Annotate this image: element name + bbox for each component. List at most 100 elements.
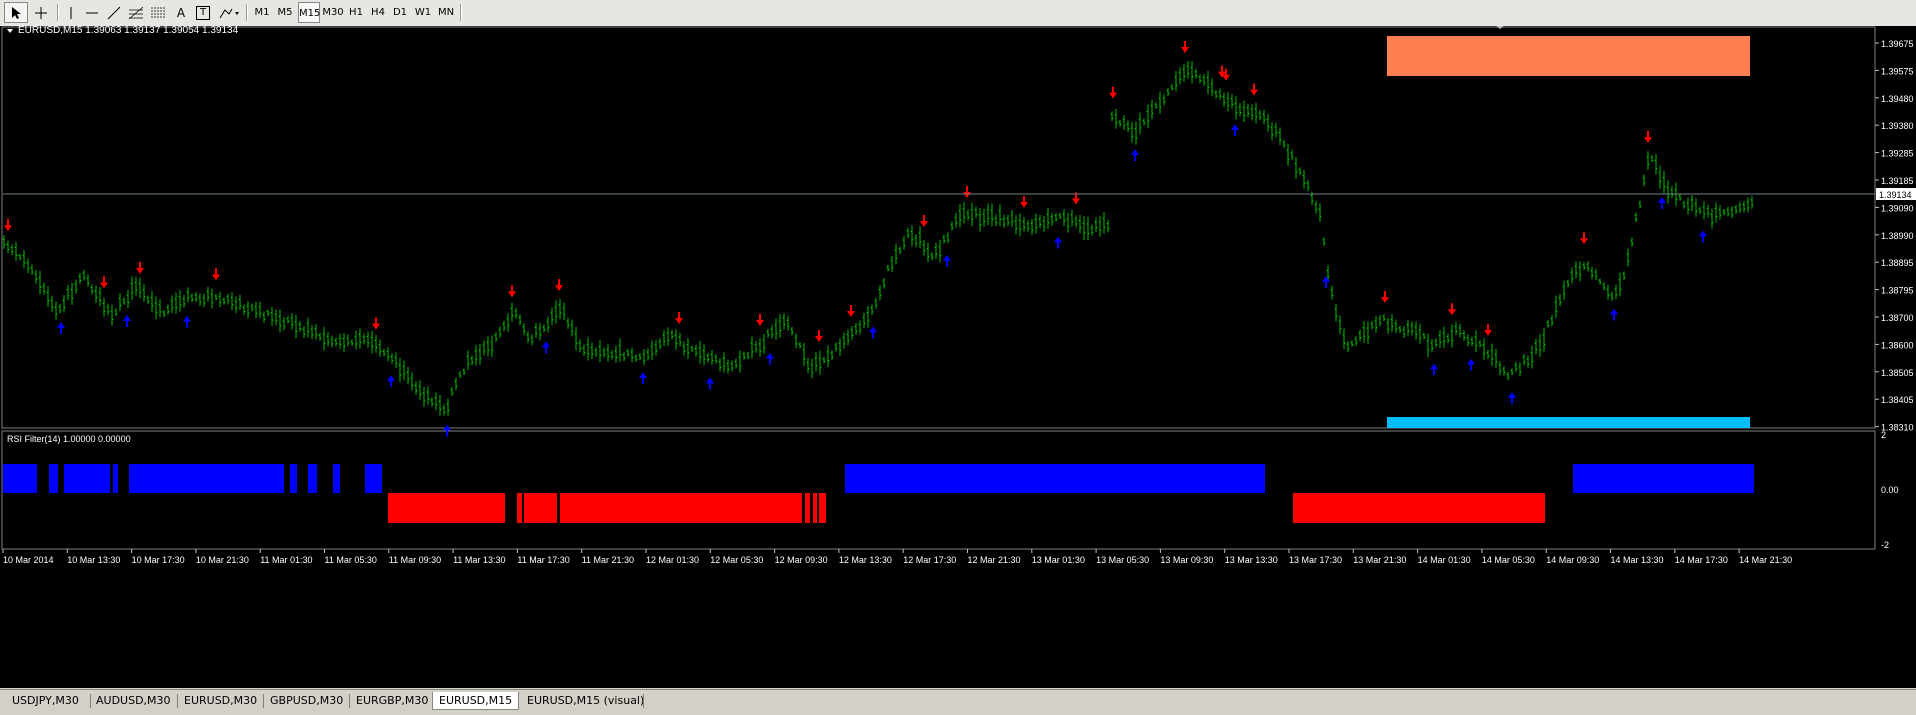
tab-eurusd-m15[interactable]: EURUSD,M15 [432,692,520,710]
resistance-zone [1387,36,1750,76]
time-label: 12 Mar 13:30 [839,555,892,565]
tab-usdjpy-m30[interactable]: USDJPY,M30 [6,692,85,710]
timeframe-m1[interactable]: M1 [252,2,272,23]
time-label: 13 Mar 05:30 [1096,555,1149,565]
indicator-axis: 2 0.00 -2 [1881,430,1899,550]
toolbar: A T M1 M5 M15 M30 H1 H4 D1 W1 MN [0,0,1916,27]
indicator-axis-label: -2 [1881,540,1889,550]
rsi-bear-block [813,493,817,523]
rsi-bear-block [388,493,505,523]
time-label: 10 Mar 2014 [3,555,54,565]
horizontal-line-icon[interactable] [82,2,102,23]
cursor-icon[interactable] [4,2,28,23]
chart-canvas[interactable]: EURUSD,M15 1.39063 1.39137 1.39054 1.391… [0,26,1916,688]
timeframe-mn[interactable]: MN [436,2,456,23]
text-label-glyph: T [196,5,210,20]
time-label: 11 Mar 13:30 [453,555,505,565]
support-zone [1387,417,1750,428]
buy-signal-arrow [542,341,550,354]
rsi-bull-block [1573,464,1754,493]
sell-signal-arrow [920,215,928,227]
rsi-bull-block [290,464,297,493]
crosshair-icon[interactable] [30,2,52,23]
price-label: 1.38505 [1881,368,1914,378]
buy-signal-arrow [1658,197,1666,209]
buy-signal-arrow [387,375,395,388]
rsi-bull-block [333,464,340,493]
price-label: 1.38795 [1881,286,1914,296]
time-label: 13 Mar 01:30 [1032,555,1085,565]
sell-signal-arrow [675,312,683,324]
sell-signal-arrow [100,276,108,289]
current-price-tag: 1.39134 [1879,190,1912,200]
price-label: 1.39185 [1881,176,1914,186]
buy-signal-arrow [1054,236,1062,249]
price-axis: 1.39675 1.39575 1.39480 1.39380 1.39285 1.391… [1875,39,1914,433]
tab-audusd-m30[interactable]: AUDUSD,M30 [90,692,177,710]
signal-arrows [4,41,1707,437]
price-label: 1.38700 [1881,313,1914,323]
time-label: 12 Mar 21:30 [968,555,1021,565]
arrows-icon[interactable] [216,2,242,23]
buy-signal-arrow [443,424,451,437]
buy-signal-arrow [1131,149,1139,161]
price-label: 1.38600 [1881,340,1914,350]
sell-signal-arrow [1181,41,1189,53]
trendline-icon[interactable] [104,2,124,23]
sell-signal-arrow [4,219,12,232]
sell-signal-arrow [1644,131,1652,143]
price-label: 1.39090 [1881,203,1914,213]
time-label: 12 Mar 05:30 [710,555,763,565]
indicator-axis-label: 2 [1881,430,1886,440]
rsi-bull-block [308,464,317,493]
buy-signal-arrow [766,352,774,365]
timeframe-m30[interactable]: M30 [322,2,344,23]
text-icon[interactable]: A [171,2,191,23]
sell-signal-arrow [963,186,971,198]
timeframe-h4[interactable]: H4 [368,2,388,23]
timeframe-m15[interactable]: M15 [298,2,320,23]
sell-signal-arrow [1250,83,1258,96]
price-label: 1.39575 [1881,66,1914,76]
time-label: 11 Mar 05:30 [325,555,377,565]
tab-eurusd-m30[interactable]: EURUSD,M30 [178,692,263,710]
rsi-bull-block [129,464,284,493]
price-label: 1.39480 [1881,94,1914,104]
time-label: 14 Mar 01:30 [1418,555,1471,565]
rsi-bear-block [805,493,810,523]
sell-signal-arrow [372,317,380,330]
buy-signal-arrow [869,326,877,339]
buy-signal-arrow [943,254,951,267]
vertical-line-icon[interactable] [62,2,80,23]
timeframe-h1[interactable]: H1 [346,2,366,23]
buy-signal-arrow [1467,358,1475,371]
timeframe-d1[interactable]: D1 [390,2,410,23]
timeframe-m5[interactable]: M5 [275,2,295,23]
time-label: 13 Mar 09:30 [1160,555,1213,565]
sell-signal-arrow [1222,68,1230,81]
time-label: 14 Mar 13:30 [1611,555,1664,565]
timeframe-w1[interactable]: W1 [413,2,433,23]
buy-signal-arrow [1322,276,1330,288]
tab-eurgbp-m30[interactable]: EURGBP,M30 [350,692,434,710]
tab-gbpusd-m30[interactable]: GBPUSD,M30 [264,692,349,710]
fibonacci-icon[interactable] [126,2,146,23]
time-label: 13 Mar 17:30 [1289,555,1342,565]
chart-info-dropdown-icon[interactable] [7,29,13,33]
rsi-bull-block [365,464,382,493]
buy-signal-arrow [1231,124,1239,136]
main-pane-border [1,26,1876,429]
sell-signal-arrow [756,314,764,326]
rsi-filter-histogram [3,464,1754,523]
toolbar-separator [460,4,462,21]
buy-signal-arrow [57,322,65,334]
price-label: 1.38895 [1881,258,1914,268]
text-label-icon[interactable]: T [193,2,213,23]
time-label: 14 Mar 17:30 [1675,555,1728,565]
price-label: 1.38405 [1881,395,1914,405]
chart-window[interactable]: EURUSD,M15 1.39063 1.39137 1.39054 1.391… [0,26,1916,688]
time-label: 12 Mar 09:30 [775,555,828,565]
channel-icon[interactable] [148,2,168,23]
indicator-title: RSI Filter(14) 1.00000 0.00000 [7,434,131,444]
tab-eurusd-m15-visual[interactable]: EURUSD,M15 (visual) [521,692,650,710]
